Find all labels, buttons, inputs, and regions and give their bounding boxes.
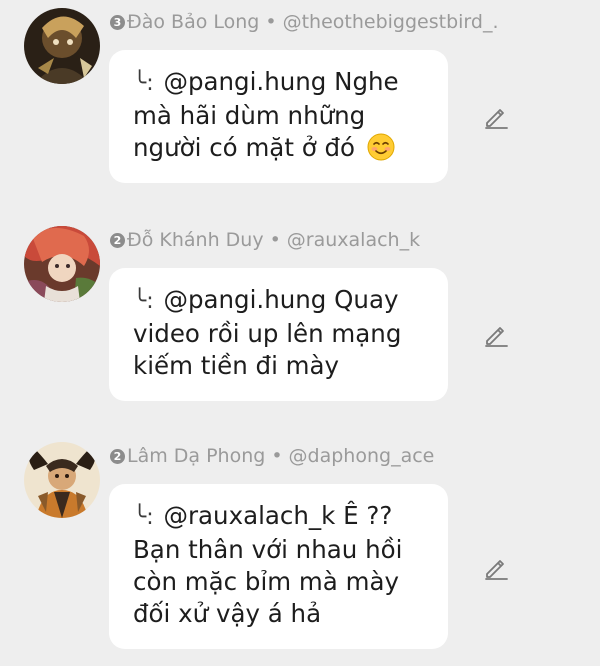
rank-badge: 3 — [110, 14, 125, 30]
reply-arrow-icon: ╰: — [133, 289, 154, 314]
separator-dot: • — [265, 11, 277, 33]
author-handle[interactable]: @theothebiggestbird_. — [283, 11, 499, 33]
smiling-face-emoji — [367, 133, 395, 161]
separator-dot: • — [271, 445, 283, 467]
reply-arrow-icon: ╰: — [133, 71, 154, 96]
comment-item: 2 Lâm Dạ Phong • @daphong_ace ╰: @rauxal… — [0, 442, 600, 664]
comment-bubble: ╰: @pangi.hung Quay video rồi up lên mạn… — [109, 268, 448, 401]
comment-bubble: ╰: @pangi.hung Nghe mà hãi dùm những ngư… — [109, 50, 448, 183]
comment-header: 2 Lâm Dạ Phong • @daphong_ace — [110, 442, 590, 470]
comment-text: @pangi.hung Nghe mà hãi dùm những người … — [133, 67, 399, 162]
comment-header: 2 Đỗ Khánh Duy • @rauxalach_k — [110, 226, 590, 254]
avatar[interactable] — [24, 442, 100, 518]
rank-badge: 2 — [110, 232, 125, 248]
comment-text: @pangi.hung Quay video rồi up lên mạng k… — [133, 285, 402, 380]
author-handle[interactable]: @rauxalach_k — [287, 229, 420, 251]
separator-dot: • — [269, 229, 281, 251]
author-name[interactable]: Lâm Dạ Phong — [127, 445, 265, 467]
reply-arrow-icon: ╰: — [133, 505, 154, 530]
comment-header: 3 Đào Bảo Long • @theothebiggestbird_. — [110, 8, 590, 36]
comment-bubble: ╰: @rauxalach_k Ê ?? Bạn thân với nhau h… — [109, 484, 448, 649]
comment-text: @rauxalach_k Ê ?? Bạn thân với nhau hồi … — [133, 501, 403, 628]
comment-item: 3 Đào Bảo Long • @theothebiggestbird_. ╰… — [0, 8, 600, 188]
author-name[interactable]: Đào Bảo Long — [127, 11, 259, 33]
edit-pencil-icon[interactable] — [481, 319, 511, 349]
comment-item: 2 Đỗ Khánh Duy • @rauxalach_k ╰: @pangi.… — [0, 226, 600, 406]
rank-badge: 2 — [110, 448, 125, 464]
avatar[interactable] — [24, 226, 100, 302]
avatar[interactable] — [24, 8, 100, 84]
author-handle[interactable]: @daphong_ace — [289, 445, 435, 467]
edit-pencil-icon[interactable] — [481, 552, 511, 582]
author-name[interactable]: Đỗ Khánh Duy — [127, 229, 264, 251]
edit-pencil-icon[interactable] — [481, 101, 511, 131]
